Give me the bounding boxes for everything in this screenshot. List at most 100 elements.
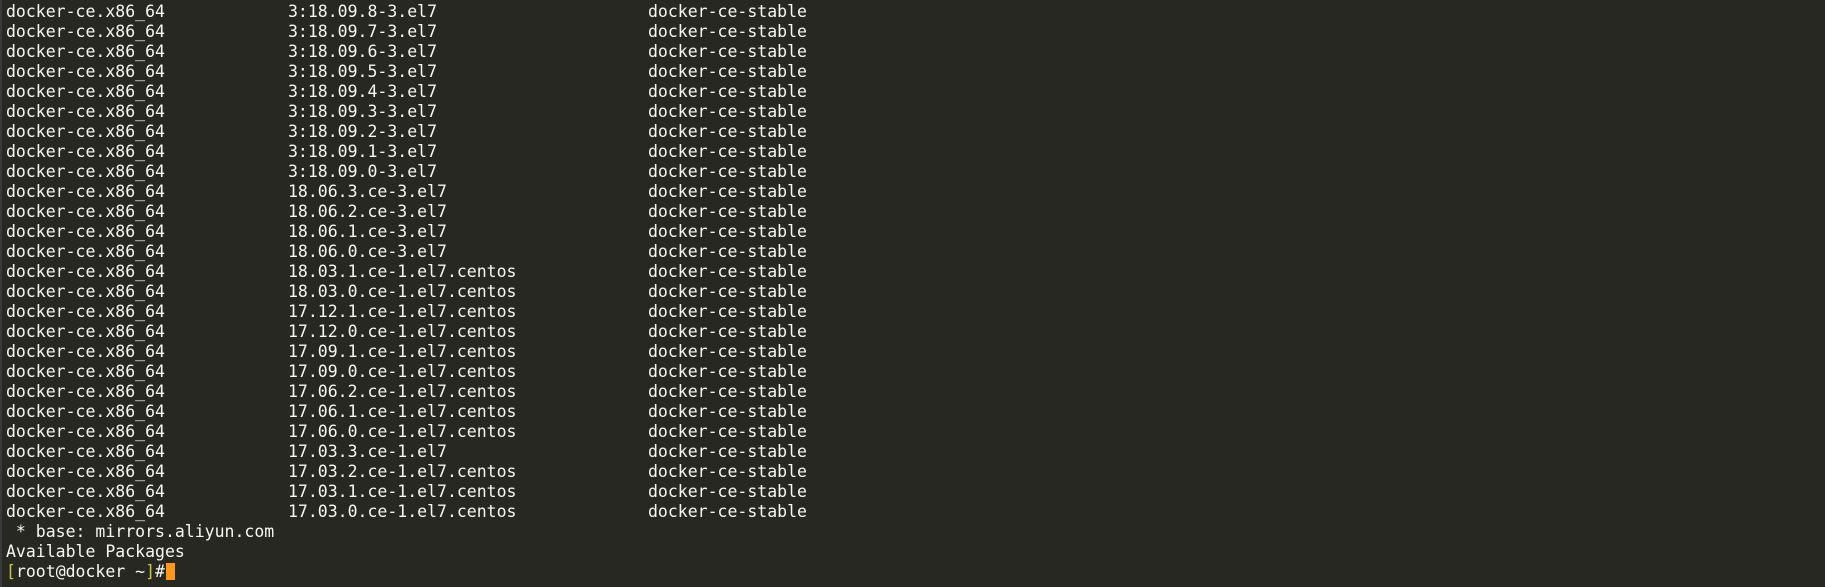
table-row: docker-ce.x86_64 18.06.3.ce-3.el7 docker-c… (6, 182, 1825, 202)
table-row: docker-ce.x86_64 3:18.09.8-3.el7 docker-ce… (6, 2, 1825, 22)
package-version: 18.03.1.ce-1.el7.centos (288, 262, 517, 281)
package-version: 18.06.3.ce-3.el7 (288, 182, 447, 201)
package-version: 3:18.09.1-3.el7 (288, 142, 438, 161)
package-name: docker-ce.x86_64 (6, 222, 165, 241)
package-name: docker-ce.x86_64 (6, 402, 165, 421)
package-repo: docker-ce-stable (648, 442, 807, 461)
package-name: docker-ce.x86_64 (6, 462, 165, 481)
package-repo: docker-ce-stable (648, 182, 807, 201)
table-row: docker-ce.x86_64 3:18.09.0-3.el7 docker-ce… (6, 162, 1825, 182)
package-repo: docker-ce-stable (648, 222, 807, 241)
table-row: docker-ce.x86_64 18.06.1.ce-3.el7 docker-c… (6, 222, 1825, 242)
package-repo: docker-ce-stable (648, 262, 807, 281)
package-version: 17.03.3.ce-1.el7 (288, 442, 447, 461)
package-repo: docker-ce-stable (648, 402, 807, 421)
package-version: 17.03.2.ce-1.el7.centos (288, 462, 517, 481)
package-name: docker-ce.x86_64 (6, 22, 165, 41)
package-name: docker-ce.x86_64 (6, 122, 165, 141)
prompt-host: docker (65, 562, 126, 581)
prompt-cwd: ~ (125, 562, 146, 581)
package-version: 3:18.09.4-3.el7 (288, 82, 438, 101)
package-repo: docker-ce-stable (648, 502, 807, 521)
available-packages-line: Available Packages (6, 542, 185, 561)
table-row: docker-ce.x86_64 3:18.09.6-3.el7 docker-ce… (6, 42, 1825, 62)
package-repo: docker-ce-stable (648, 82, 807, 101)
table-row: docker-ce.x86_64 3:18.09.4-3.el7 docker-ce… (6, 82, 1825, 102)
table-row: docker-ce.x86_64 17.09.0.ce-1.el7.centos d… (6, 362, 1825, 382)
table-row: docker-ce.x86_64 3:18.09.5-3.el7 docker-ce… (6, 62, 1825, 82)
shell-prompt[interactable]: [root@docker ~]# (6, 562, 1825, 582)
package-version: 3:18.09.2-3.el7 (288, 122, 438, 141)
package-version: 17.06.2.ce-1.el7.centos (288, 382, 517, 401)
package-repo: docker-ce-stable (648, 362, 807, 381)
table-row: docker-ce.x86_64 18.03.0.ce-1.el7.centos d… (6, 282, 1825, 302)
table-row: docker-ce.x86_64 17.06.2.ce-1.el7.centos d… (6, 382, 1825, 402)
package-name: docker-ce.x86_64 (6, 42, 165, 61)
package-repo: docker-ce-stable (648, 302, 807, 321)
package-name: docker-ce.x86_64 (6, 302, 165, 321)
package-name: docker-ce.x86_64 (6, 82, 165, 101)
table-row: docker-ce.x86_64 17.06.1.ce-1.el7.centos d… (6, 402, 1825, 422)
table-row: docker-ce.x86_64 17.09.1.ce-1.el7.centos d… (6, 342, 1825, 362)
terminal-window[interactable]: docker-ce.x86_64 3:18.09.8-3.el7 docker-ce… (0, 0, 1825, 587)
package-repo: docker-ce-stable (648, 282, 807, 301)
package-repo: docker-ce-stable (648, 122, 807, 141)
package-name: docker-ce.x86_64 (6, 442, 165, 461)
package-name: docker-ce.x86_64 (6, 362, 165, 381)
package-version: 17.06.0.ce-1.el7.centos (288, 422, 517, 441)
package-version: 17.03.0.ce-1.el7.centos (288, 502, 517, 521)
table-row: docker-ce.x86_64 3:18.09.3-3.el7 docker-ce… (6, 102, 1825, 122)
table-row: docker-ce.x86_64 18.06.0.ce-3.el7 docker-c… (6, 242, 1825, 262)
package-version: 17.12.1.ce-1.el7.centos (288, 302, 517, 321)
package-name: docker-ce.x86_64 (6, 162, 165, 181)
package-repo: docker-ce-stable (648, 62, 807, 81)
package-name: docker-ce.x86_64 (6, 62, 165, 81)
prompt-close-bracket: ] (145, 562, 156, 581)
prompt-at: @ (55, 562, 66, 581)
package-repo: docker-ce-stable (648, 462, 807, 481)
package-version: 18.03.0.ce-1.el7.centos (288, 282, 517, 301)
package-version: 3:18.09.8-3.el7 (288, 2, 438, 21)
table-row: docker-ce.x86_64 18.06.2.ce-3.el7 docker-c… (6, 202, 1825, 222)
package-repo: docker-ce-stable (648, 102, 807, 121)
package-version: 17.06.1.ce-1.el7.centos (288, 402, 517, 421)
package-version: 17.09.0.ce-1.el7.centos (288, 362, 517, 381)
package-name: docker-ce.x86_64 (6, 182, 165, 201)
package-repo: docker-ce-stable (648, 22, 807, 41)
package-version: 3:18.09.5-3.el7 (288, 62, 438, 81)
package-name: docker-ce.x86_64 (6, 482, 165, 501)
table-row: docker-ce.x86_64 17.03.0.ce-1.el7.centos d… (6, 502, 1825, 522)
table-row: docker-ce.x86_64 17.12.0.ce-1.el7.centos d… (6, 322, 1825, 342)
package-repo: docker-ce-stable (648, 142, 807, 161)
table-row: docker-ce.x86_64 17.03.1.ce-1.el7.centos d… (6, 482, 1825, 502)
package-name: docker-ce.x86_64 (6, 282, 165, 301)
table-row: docker-ce.x86_64 17.12.1.ce-1.el7.centos d… (6, 302, 1825, 322)
table-row: docker-ce.x86_64 3:18.09.1-3.el7 docker-ce… (6, 142, 1825, 162)
table-row: docker-ce.x86_64 18.03.1.ce-1.el7.centos d… (6, 262, 1825, 282)
package-repo: docker-ce-stable (648, 242, 807, 261)
package-repo: docker-ce-stable (648, 422, 807, 441)
table-row: docker-ce.x86_64 3:18.09.2-3.el7 docker-ce… (6, 122, 1825, 142)
package-version: 3:18.09.0-3.el7 (288, 162, 438, 181)
table-row: docker-ce.x86_64 17.03.2.ce-1.el7.centos d… (6, 462, 1825, 482)
cursor-block[interactable] (165, 563, 175, 580)
package-version: 18.06.1.ce-3.el7 (288, 222, 447, 241)
package-version: 18.06.2.ce-3.el7 (288, 202, 447, 221)
package-repo: docker-ce-stable (648, 202, 807, 221)
package-repo: docker-ce-stable (648, 2, 807, 21)
package-repo: docker-ce-stable (648, 482, 807, 501)
package-repo: docker-ce-stable (648, 342, 807, 361)
table-row: docker-ce.x86_64 17.03.3.ce-1.el7 docker-c… (6, 442, 1825, 462)
package-name: docker-ce.x86_64 (6, 422, 165, 441)
table-row: docker-ce.x86_64 17.06.0.ce-1.el7.centos d… (6, 422, 1825, 442)
base-mirror-line: * base: mirrors.aliyun.com (6, 522, 275, 541)
package-name: docker-ce.x86_64 (6, 382, 165, 401)
package-list: docker-ce.x86_64 3:18.09.8-3.el7 docker-ce… (6, 2, 1825, 522)
package-name: docker-ce.x86_64 (6, 202, 165, 221)
package-version: 3:18.09.3-3.el7 (288, 102, 438, 121)
package-repo: docker-ce-stable (648, 322, 807, 341)
package-version: 3:18.09.7-3.el7 (288, 22, 438, 41)
prompt-symbol: # (155, 562, 165, 581)
package-name: docker-ce.x86_64 (6, 322, 165, 341)
table-row: docker-ce.x86_64 3:18.09.7-3.el7 docker-ce… (6, 22, 1825, 42)
